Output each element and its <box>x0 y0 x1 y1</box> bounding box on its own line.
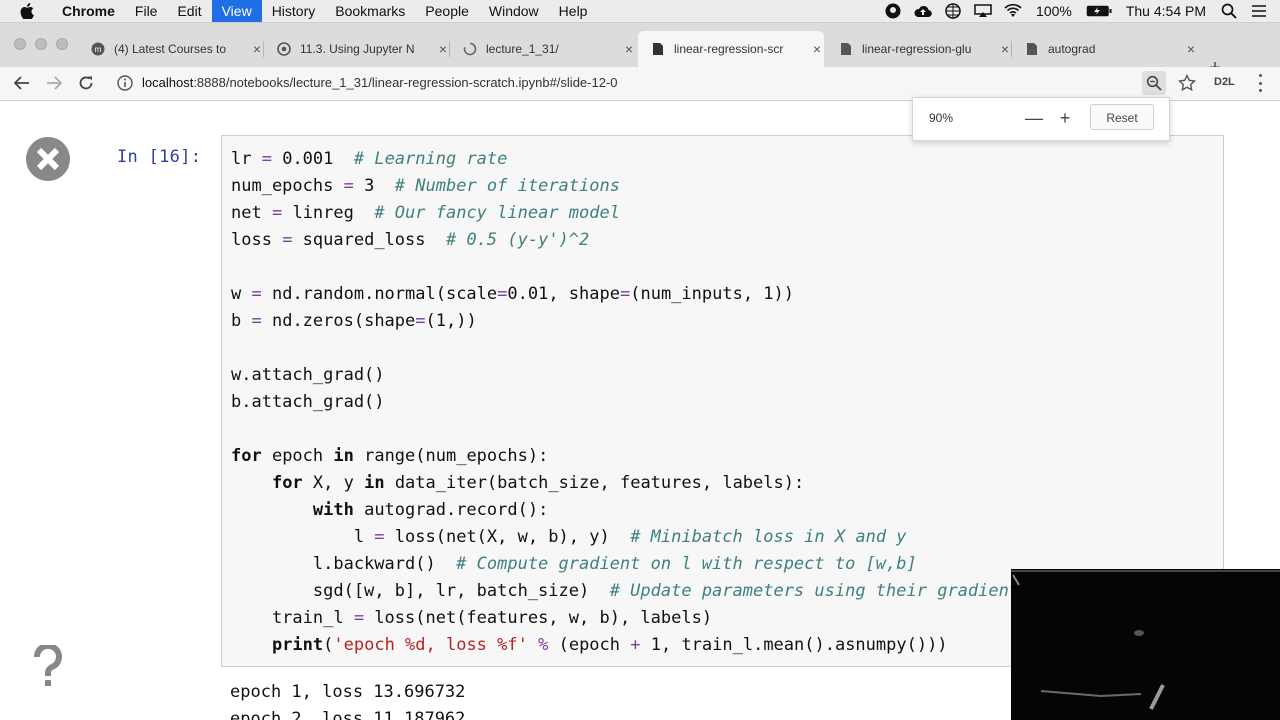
loading-icon <box>462 41 478 57</box>
zoom-in-button[interactable]: + <box>1054 107 1076 129</box>
zoom-popup: 90% — + Reset <box>912 97 1170 141</box>
forward-arrow-icon[interactable] <box>44 73 64 93</box>
menu-edit[interactable]: Edit <box>167 0 211 22</box>
menu-history[interactable]: History <box>262 0 326 22</box>
maximize-window-button[interactable] <box>56 38 68 50</box>
app-menu-chrome[interactable]: Chrome <box>52 0 125 22</box>
spotlight-search-icon[interactable] <box>1220 2 1238 20</box>
globe-grid-icon[interactable] <box>944 2 962 20</box>
tab-strip: m (4) Latest Courses to × 11.3. Using Ju… <box>0 23 1280 78</box>
close-tab-icon[interactable]: × <box>622 42 636 56</box>
menu-file[interactable]: File <box>125 0 168 22</box>
zoom-level: 90% <box>929 111 954 125</box>
output-line: epoch 2, loss 11.187962 <box>230 709 466 720</box>
site-info-icon[interactable] <box>117 75 133 91</box>
notification-center-icon[interactable] <box>1250 2 1268 20</box>
minimize-window-button[interactable] <box>35 38 47 50</box>
menu-help[interactable]: Help <box>549 0 598 22</box>
chrome-menu-icon[interactable] <box>1252 74 1268 92</box>
close-window-button[interactable] <box>14 38 26 50</box>
cell-output: epoch 1, loss 13.696732 epoch 2, loss 11… <box>230 679 465 720</box>
address-bar[interactable]: localhost:8888/notebooks/lecture_1_31/li… <box>142 75 618 90</box>
tab-linear-regression-gluon[interactable]: linear-regression-glu × <box>826 31 1012 67</box>
zoom-out-button[interactable]: — <box>1023 107 1045 129</box>
battery-charging-icon[interactable] <box>1086 2 1112 20</box>
tab-autograd[interactable]: autograd × <box>1012 31 1198 67</box>
close-tab-icon[interactable]: × <box>998 42 1012 56</box>
output-line: epoch 1, loss 13.696732 <box>230 682 466 702</box>
svg-text:m: m <box>95 45 102 54</box>
zoom-icon[interactable] <box>1142 71 1166 95</box>
document-icon <box>838 41 854 57</box>
cell-prompt: In [16]: <box>117 147 202 167</box>
menu-people[interactable]: People <box>415 0 479 22</box>
browser-toolbar: localhost:8888/notebooks/lecture_1_31/li… <box>0 67 1280 101</box>
airplay-icon[interactable] <box>974 2 992 20</box>
tab-latest-courses[interactable]: m (4) Latest Courses to × <box>78 31 264 67</box>
chrome-page-icon <box>276 41 292 57</box>
tab-lecture-1-31[interactable]: lecture_1_31/ × <box>450 31 636 67</box>
menu-window[interactable]: Window <box>479 0 549 22</box>
apple-icon[interactable] <box>20 3 36 19</box>
menu-bookmarks[interactable]: Bookmarks <box>325 0 415 22</box>
webcam-feed-image <box>1011 569 1280 720</box>
clock[interactable]: Thu 4:54 PM <box>1126 3 1206 19</box>
close-slideshow-icon[interactable] <box>26 137 70 181</box>
close-tab-icon[interactable]: × <box>250 42 264 56</box>
tab-linear-regression-scratch[interactable]: linear-regression-scr × <box>638 31 824 67</box>
bookmark-star-icon[interactable] <box>1177 73 1197 93</box>
coursera-icon: m <box>90 41 106 57</box>
github-icon[interactable] <box>884 2 902 20</box>
close-tab-icon[interactable]: × <box>1184 42 1198 56</box>
document-icon <box>650 41 666 57</box>
url-path: :8888/notebooks/lecture_1_31/linear-regr… <box>193 75 618 90</box>
macos-menu-bar: Chrome File Edit View History Bookmarks … <box>0 0 1280 23</box>
menu-view[interactable]: View <box>211 0 262 22</box>
cloud-upload-icon[interactable] <box>914 2 932 20</box>
wifi-icon[interactable] <box>1004 2 1022 20</box>
d2l-extension-button[interactable]: D2L <box>1214 76 1235 88</box>
help-question-icon[interactable] <box>32 642 64 689</box>
reload-icon[interactable] <box>76 73 96 93</box>
url-host: localhost <box>142 75 194 90</box>
window-controls <box>14 38 68 50</box>
status-area: 100% Thu 4:54 PM <box>878 0 1280 22</box>
webcam-overlay <box>1011 569 1280 720</box>
back-arrow-icon[interactable] <box>12 73 32 93</box>
battery-percent: 100% <box>1036 3 1072 19</box>
close-tab-icon[interactable]: × <box>810 42 824 56</box>
zoom-reset-button[interactable]: Reset <box>1090 104 1154 130</box>
document-icon <box>1024 41 1040 57</box>
tab-using-jupyter[interactable]: 11.3. Using Jupyter N × <box>264 31 450 67</box>
close-tab-icon[interactable]: × <box>436 42 450 56</box>
code-source[interactable]: lr = 0.001 # Learning rate num_epochs = … <box>231 146 1019 659</box>
